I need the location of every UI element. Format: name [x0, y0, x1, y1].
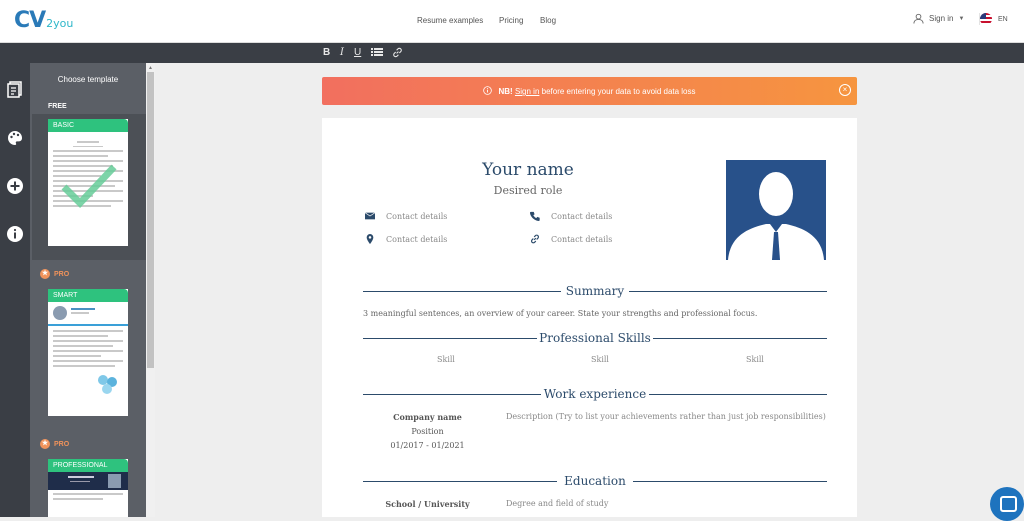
location-pin-icon — [366, 234, 374, 244]
language-label: EN — [998, 15, 1008, 23]
chat-widget-button[interactable] — [990, 487, 1024, 521]
scroll-up-arrow-icon[interactable]: ▲ — [148, 65, 153, 71]
profile-photo-placeholder[interactable] — [726, 160, 826, 260]
job-description[interactable]: Description (Try to list your achievemen… — [506, 412, 826, 421]
template-card-smart[interactable]: SMART — [48, 289, 128, 416]
list-icon — [371, 48, 383, 56]
bold-button[interactable]: B — [323, 47, 330, 58]
work-heading: Work experience — [363, 387, 827, 401]
side-icon-rail — [0, 63, 30, 517]
degree-field[interactable]: Degree and field of study — [506, 499, 608, 508]
skill-item[interactable]: Skill — [570, 355, 630, 364]
phone-icon — [530, 211, 540, 221]
template-name: BASIC — [48, 119, 128, 132]
format-toolbar: B I U — [0, 43, 1024, 63]
selected-check-icon — [61, 164, 117, 209]
contact-location[interactable]: Contact details — [365, 234, 447, 244]
user-icon — [913, 13, 924, 24]
link-button[interactable] — [392, 47, 403, 61]
language-selector[interactable]: EN — [979, 13, 1008, 25]
contact-phone[interactable]: Contact details — [530, 211, 612, 221]
template-name: PROFESSIONAL — [48, 459, 128, 472]
add-section-icon[interactable] — [6, 177, 24, 195]
contact-link[interactable]: Contact details — [530, 234, 612, 244]
banner-message: NB! Sign in before entering your data to… — [322, 86, 857, 96]
palette-icon[interactable] — [6, 129, 24, 147]
info-icon[interactable] — [6, 225, 24, 243]
info-circle-icon — [483, 86, 493, 95]
summary-text[interactable]: 3 meaningful sentences, an overview of y… — [363, 309, 757, 318]
pro-section-label: ★ PRO — [40, 269, 70, 279]
sign-in-label: Sign in — [929, 14, 954, 23]
resume-role[interactable]: Desired role — [322, 184, 734, 197]
close-icon[interactable]: × — [839, 84, 851, 96]
italic-button[interactable]: I — [340, 47, 344, 58]
template-panel: Choose template FREE BASIC ★ PRO SMART ★… — [30, 63, 146, 517]
top-navbar: CV2you Resume examples Pricing Blog Sign… — [0, 0, 1024, 43]
template-card-professional[interactable]: PROFESSIONAL — [48, 459, 128, 517]
sign-in-warning-banner: NB! Sign in before entering your data to… — [322, 77, 857, 105]
pro-section-label-2: ★ PRO — [40, 439, 70, 449]
job-position[interactable]: Position — [365, 427, 490, 436]
nav-resume-examples[interactable]: Resume examples — [417, 16, 483, 25]
nav-pricing[interactable]: Pricing — [499, 16, 523, 25]
star-icon: ★ — [40, 269, 50, 279]
us-flag-icon — [980, 13, 992, 25]
document-icon[interactable] — [6, 80, 24, 98]
star-icon: ★ — [40, 439, 50, 449]
skills-heading: Professional Skills — [363, 331, 827, 345]
panel-scrollbar-thumb[interactable] — [147, 72, 154, 368]
link-icon — [393, 47, 402, 58]
link-icon — [531, 234, 539, 244]
nav-blog[interactable]: Blog — [540, 16, 556, 25]
education-heading: Education — [363, 474, 827, 488]
skill-item[interactable]: Skill — [416, 355, 476, 364]
skill-item[interactable]: Skill — [725, 355, 785, 364]
template-name: SMART — [48, 289, 128, 302]
envelope-icon — [365, 212, 375, 220]
template-panel-title: Choose template — [57, 75, 119, 84]
contact-email[interactable]: Contact details — [365, 211, 447, 221]
summary-heading: Summary — [363, 284, 827, 298]
free-section-label: FREE — [48, 103, 67, 110]
resume-document: Your name Desired role Contact details C… — [322, 118, 857, 517]
underline-button[interactable]: U — [354, 47, 361, 58]
person-silhouette-icon — [728, 172, 824, 260]
school-name[interactable]: School / University — [365, 499, 490, 509]
template-card-basic[interactable]: BASIC — [48, 119, 128, 246]
resume-name[interactable]: Your name — [322, 160, 734, 180]
logo[interactable]: CV2you — [14, 8, 73, 33]
list-button[interactable] — [371, 47, 383, 60]
company-name[interactable]: Company name — [365, 412, 490, 422]
banner-sign-in-link[interactable]: Sign in — [515, 87, 539, 96]
sign-in-button[interactable]: Sign in ▼ — [913, 13, 964, 24]
job-dates[interactable]: 01/2017 - 01/2021 — [365, 441, 490, 450]
chevron-down-icon: ▼ — [958, 15, 965, 22]
